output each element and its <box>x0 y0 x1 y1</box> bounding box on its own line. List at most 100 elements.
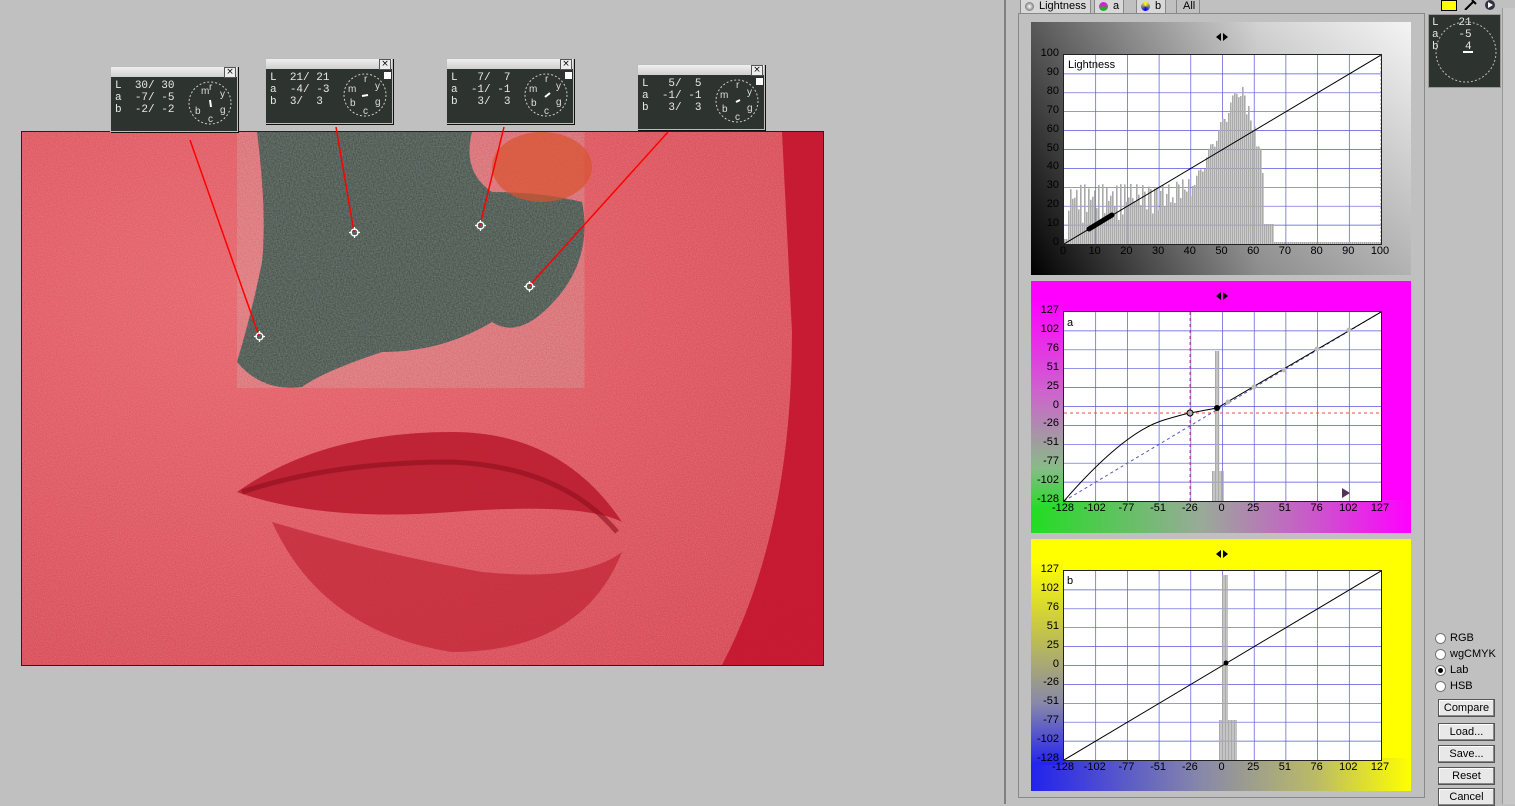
y-tick-label: 10 <box>1046 217 1059 230</box>
sampler-menu-arrow-icon[interactable] <box>756 78 763 85</box>
sampler-panel-1[interactable]: × L 30/ 30 a -7/ -5 b -2/ -2 mrygcb <box>110 66 238 132</box>
close-icon[interactable]: × <box>751 65 763 76</box>
close-icon[interactable]: × <box>224 67 236 78</box>
x-tick-label: 30 <box>1151 245 1165 257</box>
sampler-marker-4[interactable] <box>524 281 535 292</box>
sampler-panel-4[interactable]: × L 5/ 5 a -1/ -1 b 3/ 3 mrygcb <box>637 64 765 130</box>
x-tick-label: -51 <box>1150 502 1167 514</box>
x-tick-label: 0 <box>1059 245 1067 257</box>
a-plot-area[interactable] <box>1063 311 1382 502</box>
x-tick-label: 40 <box>1183 245 1196 257</box>
svg-text:r: r <box>209 82 213 93</box>
close-icon[interactable]: × <box>379 59 391 70</box>
mode-radio-rgb[interactable]: RGB <box>1435 631 1474 645</box>
close-icon[interactable]: × <box>560 59 572 70</box>
x-tick-label: -51 <box>1150 761 1167 773</box>
sampler-panel-3[interactable]: × L 7/ 7 a -1/ -1 b 3/ 3 mrygcb <box>446 58 574 124</box>
y-tick-label: -26 <box>1043 676 1059 689</box>
tab-all[interactable]: All <box>1176 0 1201 13</box>
highlight-icon[interactable] <box>1441 0 1457 11</box>
sampler-panel-2[interactable]: × L 21/ 21 a -4/ -3 b 3/ 3 mrygcb <box>265 58 393 124</box>
play-arrow-icon[interactable] <box>1483 0 1497 10</box>
expand-arrows-icon[interactable] <box>1216 550 1228 558</box>
x-tick-label: 100 <box>1370 245 1390 257</box>
sampler-titlebar[interactable]: × <box>638 65 764 76</box>
sampler-readout: L 21/ 21 a -4/ -3 b 3/ 3 <box>270 72 330 108</box>
radio-circle-icon <box>1435 681 1446 692</box>
y-tick-label: 25 <box>1046 638 1059 651</box>
y-tick-label: 51 <box>1046 619 1059 632</box>
lightness-plot-area[interactable] <box>1063 54 1382 245</box>
y-tick-label: 127 <box>1040 563 1059 575</box>
x-tick-label: -128 <box>1051 761 1075 773</box>
x-tick-label: -102 <box>1083 502 1106 514</box>
sampler-titlebar[interactable]: × <box>266 59 392 70</box>
y-tick-label: -51 <box>1043 436 1059 449</box>
svg-text:g: g <box>556 97 562 108</box>
eyedropper-icon[interactable] <box>1463 0 1477 10</box>
sampler-titlebar[interactable]: × <box>447 59 573 70</box>
y-tick-label: -102 <box>1036 474 1059 487</box>
mode-radio-lab[interactable]: Lab <box>1435 663 1468 677</box>
radio-circle-icon <box>1435 649 1446 660</box>
cancel-button[interactable]: Cancel <box>1438 788 1495 806</box>
sampler-menu-arrow-icon[interactable] <box>384 72 391 79</box>
y-tick-label: 0 <box>1052 398 1059 411</box>
svg-text:b: b <box>195 106 201 117</box>
lightness-graph-label: Lightness <box>1068 59 1116 71</box>
lightness-icon <box>1025 2 1034 11</box>
sampler-marker-3[interactable] <box>475 220 486 231</box>
svg-text:y: y <box>556 81 561 92</box>
expand-arrows-icon[interactable] <box>1216 292 1228 300</box>
svg-text:m: m <box>348 84 356 95</box>
color-dial-icon: mrygcb <box>524 73 568 117</box>
x-tick-label: 70 <box>1278 245 1292 257</box>
sampler-menu-arrow-icon[interactable] <box>565 72 572 79</box>
color-dial-icon: mrygcb <box>188 81 232 125</box>
vertical-scrollbar[interactable] <box>1502 8 1515 804</box>
svg-text:m: m <box>720 90 728 101</box>
x-tick-label: 20 <box>1120 245 1133 257</box>
tab-a[interactable]: a <box>1094 0 1125 14</box>
svg-text:c: c <box>363 106 368 117</box>
y-tick-label: 50 <box>1046 141 1059 154</box>
mode-radio-wgcmyk[interactable]: wgCMYK <box>1435 647 1496 661</box>
sampler-marker-2[interactable] <box>349 227 360 238</box>
color-dial-icon: mrygcb <box>715 79 759 123</box>
svg-text:b: b <box>722 104 728 115</box>
mode-radio-hsb[interactable]: HSB <box>1435 679 1473 693</box>
svg-text:r: r <box>736 80 740 91</box>
tab-lightness[interactable]: Lightness <box>1020 0 1092 14</box>
b-channel-icon <box>1141 2 1150 11</box>
y-tick-label: 30 <box>1046 179 1059 192</box>
color-dial-icon <box>1435 21 1497 83</box>
x-tick-label: -77 <box>1118 502 1135 514</box>
expand-arrows-icon[interactable] <box>1216 33 1228 41</box>
y-tick-label: 102 <box>1040 581 1059 594</box>
b-plot-area[interactable] <box>1063 570 1382 761</box>
x-tick-label: 90 <box>1342 245 1355 257</box>
color-dial-icon: mrygcb <box>343 73 387 117</box>
sampler-titlebar[interactable]: × <box>111 67 237 78</box>
reset-button[interactable]: Reset <box>1438 767 1495 785</box>
y-tick-label: 70 <box>1046 103 1059 116</box>
save-button[interactable]: Save... <box>1438 745 1495 763</box>
svg-text:g: g <box>375 97 381 108</box>
y-tick-label: 90 <box>1046 65 1059 78</box>
radio-circle-icon <box>1435 633 1446 644</box>
svg-text:c: c <box>544 106 549 117</box>
x-tick-label: 0 <box>1218 761 1225 773</box>
a-graph-label: a <box>1067 317 1074 329</box>
svg-text:y: y <box>220 89 225 100</box>
y-tick-label: 127 <box>1040 304 1059 316</box>
compare-button[interactable]: Compare <box>1438 699 1495 717</box>
svg-text:g: g <box>220 105 226 116</box>
x-tick-label: 102 <box>1339 502 1358 514</box>
sampler-marker-1[interactable] <box>254 331 265 342</box>
svg-text:b: b <box>350 98 356 109</box>
y-tick-label: -77 <box>1043 714 1059 727</box>
svg-text:b: b <box>531 98 537 109</box>
tab-b[interactable]: b <box>1136 0 1167 14</box>
load-button[interactable]: Load... <box>1438 723 1495 741</box>
y-tick-label: 20 <box>1046 198 1059 211</box>
